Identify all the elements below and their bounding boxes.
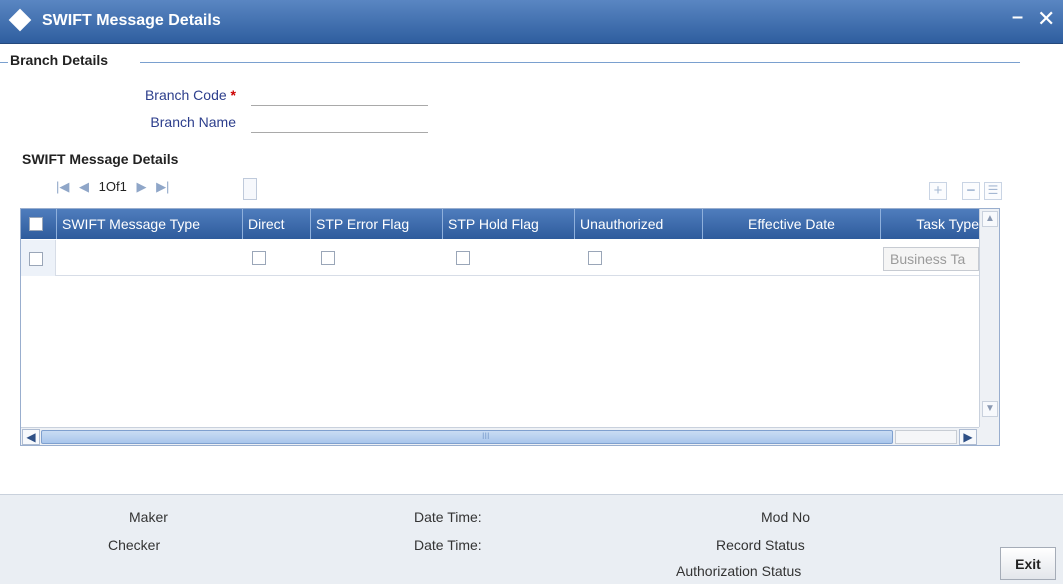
window-titlebar: SWIFT Message Details – ✕ xyxy=(0,0,1063,44)
scroll-corner xyxy=(979,427,999,445)
row-select-checkbox[interactable] xyxy=(29,252,43,266)
col-unauthorized[interactable]: Unauthorized xyxy=(575,209,703,239)
horizontal-scroll-track[interactable] xyxy=(895,430,957,444)
section-divider xyxy=(140,62,1020,63)
scroll-right-icon[interactable]: ▶ xyxy=(959,429,977,445)
checker-datetime-label: Date Time: xyxy=(414,537,482,553)
direct-checkbox[interactable] xyxy=(252,251,266,265)
exit-button[interactable]: Exit xyxy=(1000,547,1056,580)
required-marker: * xyxy=(230,87,236,103)
branch-name-field[interactable] xyxy=(251,113,428,133)
page-number-input[interactable] xyxy=(243,178,257,200)
first-page-icon[interactable]: |◀ xyxy=(56,179,69,195)
branch-details-legend: Branch Details xyxy=(10,52,109,68)
grid-header: SWIFT Message Type Direct STP Error Flag… xyxy=(21,209,979,239)
branch-code-label-wrap: Branch Code * xyxy=(36,87,236,103)
scroll-grip: III xyxy=(482,431,490,441)
audit-footer: Maker Checker Date Time: Date Time: Mod … xyxy=(0,494,1063,584)
minus-icon[interactable]: − xyxy=(962,182,980,200)
app-diamond-icon xyxy=(8,8,32,32)
scroll-left-icon[interactable]: ◀ xyxy=(22,429,40,445)
maker-datetime-label: Date Time: xyxy=(414,509,482,525)
scroll-down-icon[interactable]: ▼ xyxy=(982,401,998,417)
vertical-scrollbar[interactable]: ▲ ▼ xyxy=(979,209,999,427)
swift-message-grid: SWIFT Message Type Direct STP Error Flag… xyxy=(20,208,1000,446)
unauthorized-checkbox[interactable] xyxy=(588,251,602,265)
stp-hold-flag-checkbox[interactable] xyxy=(456,251,470,265)
next-page-icon[interactable]: ▶ xyxy=(136,179,146,195)
window-title: SWIFT Message Details xyxy=(42,12,221,29)
close-icon[interactable]: ✕ xyxy=(1037,6,1055,32)
branch-code-label: Branch Code xyxy=(144,87,227,103)
authorization-status-label: Authorization Status xyxy=(676,563,802,579)
record-status-label: Record Status xyxy=(716,537,805,553)
scroll-up-icon[interactable]: ▲ xyxy=(982,211,998,227)
branch-name-label: Branch Name xyxy=(150,114,236,130)
list-view-icon[interactable]: ☰ xyxy=(984,182,1002,200)
col-swift-message-type[interactable]: SWIFT Message Type xyxy=(57,209,243,239)
col-task-type[interactable]: Task Type xyxy=(881,209,979,239)
stp-error-flag-checkbox[interactable] xyxy=(321,251,335,265)
prev-page-icon[interactable]: ◀ xyxy=(79,179,89,195)
task-type-button[interactable]: Business Ta xyxy=(883,247,979,271)
mod-no-label: Mod No xyxy=(761,509,811,525)
col-direct[interactable]: Direct xyxy=(243,209,311,239)
select-all-checkbox[interactable] xyxy=(29,217,43,231)
row-select-cell xyxy=(21,240,56,276)
col-effective-date[interactable]: Effective Date xyxy=(703,209,881,239)
page-indicator: 1Of1 xyxy=(98,179,127,194)
section-divider xyxy=(0,62,8,63)
horizontal-scroll-thumb[interactable]: III xyxy=(41,430,893,444)
branch-details-section: Branch Details xyxy=(0,52,1020,72)
grid-pager: |◀ ◀ 1Of1 ▶ ▶| xyxy=(56,179,175,195)
col-stp-error-flag[interactable]: STP Error Flag xyxy=(311,209,443,239)
swift-message-grid-title: SWIFT Message Details xyxy=(22,151,179,167)
checker-label: Checker xyxy=(108,537,161,553)
horizontal-scrollbar[interactable]: ◀ III ▶ xyxy=(21,427,979,445)
branch-code-field[interactable] xyxy=(251,86,428,106)
select-all-cell xyxy=(21,209,57,239)
minimize-icon[interactable]: – xyxy=(1012,6,1023,29)
last-page-icon[interactable]: ▶| xyxy=(156,179,169,195)
table-row: Business Ta xyxy=(21,240,979,276)
maker-label: Maker xyxy=(129,509,168,525)
col-stp-hold-flag[interactable]: STP Hold Flag xyxy=(443,209,575,239)
plus-icon[interactable]: + xyxy=(929,182,947,200)
